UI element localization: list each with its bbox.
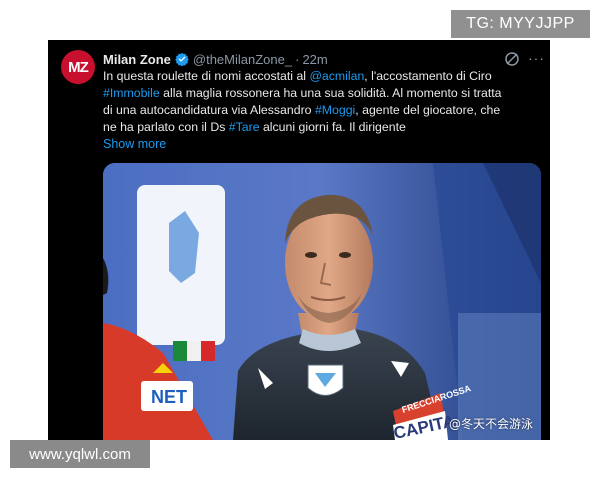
site-watermark-text: www.yqlwl.com [29, 445, 131, 463]
tweet-header: Milan Zone @theMilanZone_ · 22m [103, 50, 328, 68]
hashtag-link[interactable]: #Moggi [315, 103, 355, 117]
display-name[interactable]: Milan Zone [103, 52, 171, 67]
more-options-icon[interactable]: ··· [528, 50, 545, 66]
show-more-link[interactable]: Show more [103, 137, 166, 151]
text-segment: di una autocandidatura via Alessandro [103, 103, 315, 117]
tweet-card[interactable]: MZ Milan Zone @theMilanZone_ · 22m ··· I… [48, 40, 550, 440]
text-segment: In questa roulette di nomi accostati al [103, 69, 310, 83]
text-segment: , agente del giocatore, che [355, 103, 501, 117]
mention-link[interactable]: @acmilan [309, 69, 364, 83]
hashtag-link[interactable]: #Tare [229, 120, 260, 134]
site-watermark-badge: www.yqlwl.com [10, 440, 150, 468]
hashtag-link[interactable]: #Immobile [103, 86, 160, 100]
timestamp[interactable]: 22m [302, 52, 327, 67]
tg-watermark-text: TG: MYYJJPP [466, 15, 575, 32]
avatar[interactable]: MZ [61, 50, 95, 84]
separator-dot: · [295, 51, 300, 67]
handle[interactable]: @theMilanZone_ [193, 52, 292, 67]
tweet-text: In questa roulette di nomi accostati al … [103, 68, 543, 136]
text-segment: alla maglia rossonera ha una sua solidit… [159, 86, 502, 100]
media-watermark-caption: @冬天不会游泳 [448, 417, 533, 431]
avatar-logo-text: MZ [68, 58, 89, 76]
serie-a-board [137, 185, 225, 361]
tweet-text-line: In questa roulette di nomi accostati al … [103, 68, 543, 85]
text-segment: ne ha parlato con il Ds [103, 120, 229, 134]
text-segment: alcuni giorni fa. Il dirigente [259, 120, 406, 134]
grok-icon[interactable] [504, 51, 520, 67]
player-photo: NET FRECCIAROSSA CAPITA [103, 163, 541, 440]
tweet-media-image[interactable]: NET FRECCIAROSSA CAPITA @冬天不会游泳 [103, 163, 541, 440]
tweet-text-line: ne ha parlato con il Ds #Tare alcuni gio… [103, 119, 543, 136]
tg-watermark-badge: TG: MYYJJPP [451, 10, 590, 38]
text-segment: , l'accostamento di Ciro [364, 69, 492, 83]
verified-badge-icon [175, 52, 189, 66]
tweet-text-line: #Immobile alla maglia rossonera ha una s… [103, 85, 543, 102]
opponent-shirt-text: NET [151, 387, 187, 407]
tweet-text-line: di una autocandidatura via Alessandro #M… [103, 102, 543, 119]
